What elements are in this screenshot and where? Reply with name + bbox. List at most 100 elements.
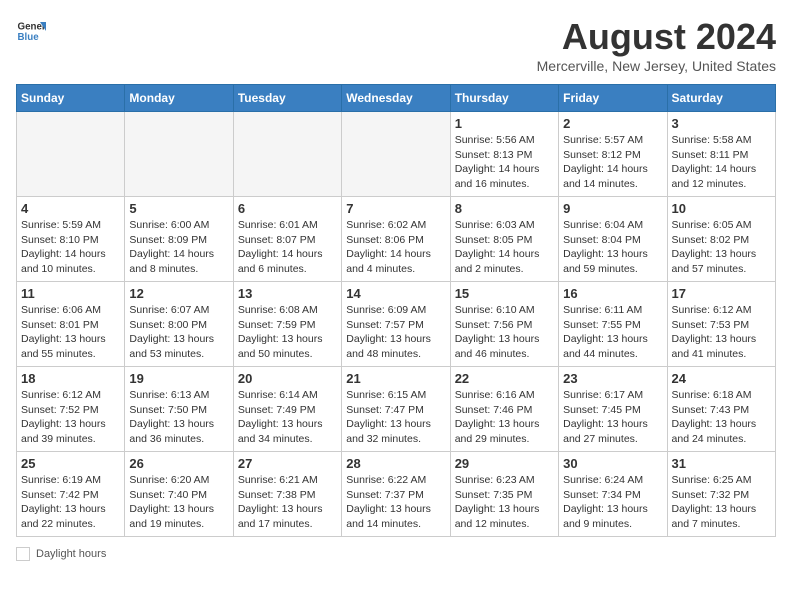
day-info: Sunrise: 6:17 AM Sunset: 7:45 PM Dayligh… bbox=[563, 388, 662, 447]
daylight-label: Daylight hours bbox=[36, 548, 106, 560]
page-header: General Blue August 2024 Mercerville, Ne… bbox=[16, 16, 776, 74]
day-info: Sunrise: 6:00 AM Sunset: 8:09 PM Dayligh… bbox=[129, 218, 228, 277]
calendar-cell: 15Sunrise: 6:10 AM Sunset: 7:56 PM Dayli… bbox=[450, 282, 558, 367]
daylight-box bbox=[16, 547, 30, 561]
day-number: 11 bbox=[21, 286, 120, 301]
calendar-cell: 27 Sunrise: 6:21 AM Sunset: 7:38 PM Dayli… bbox=[233, 452, 341, 537]
calendar-cell: 19Sunrise: 6:13 AM Sunset: 7:50 PM Dayli… bbox=[125, 367, 233, 452]
day-number: 17 bbox=[672, 286, 771, 301]
day-info: Sunrise: 6:25 AM Sunset: 7:32 PM Dayligh… bbox=[672, 473, 771, 532]
calendar-week-row: 25 Sunrise: 6:19 AM Sunset: 7:42 PM Dayli… bbox=[17, 452, 776, 537]
calendar-cell: 12 Sunrise: 6:07 AM Sunset: 8:00 PM Dayli… bbox=[125, 282, 233, 367]
calendar-cell: 2Sunrise: 5:57 AM Sunset: 8:12 PM Daylig… bbox=[559, 112, 667, 197]
day-number: 27 bbox=[238, 456, 337, 471]
calendar-cell: 21Sunrise: 6:15 AM Sunset: 7:47 PM Dayli… bbox=[342, 367, 450, 452]
day-info: Sunrise: 5:58 AM Sunset: 8:11 PM Dayligh… bbox=[672, 133, 771, 192]
calendar-cell: 9 Sunrise: 6:04 AM Sunset: 8:04 PM Daylig… bbox=[559, 197, 667, 282]
calendar-cell: 29Sunrise: 6:23 AM Sunset: 7:35 PM Dayli… bbox=[450, 452, 558, 537]
day-number: 3 bbox=[672, 116, 771, 131]
month-title: August 2024 bbox=[537, 16, 776, 58]
calendar-cell: 13 Sunrise: 6:08 AM Sunset: 7:59 PM Dayli… bbox=[233, 282, 341, 367]
day-info: Sunrise: 6:08 AM Sunset: 7:59 PM Dayligh… bbox=[238, 303, 337, 362]
day-info: Sunrise: 6:04 AM Sunset: 8:04 PM Dayligh… bbox=[563, 218, 662, 277]
logo-icon: General Blue bbox=[16, 16, 46, 46]
day-info: Sunrise: 6:21 AM Sunset: 7:38 PM Dayligh… bbox=[238, 473, 337, 532]
day-info: Sunrise: 6:07 AM Sunset: 8:00 PM Dayligh… bbox=[129, 303, 228, 362]
title-area: August 2024 Mercerville, New Jersey, Uni… bbox=[537, 16, 776, 74]
calendar-cell bbox=[125, 112, 233, 197]
day-info: Sunrise: 6:10 AM Sunset: 7:56 PM Dayligh… bbox=[455, 303, 554, 362]
calendar-cell: 22Sunrise: 6:16 AM Sunset: 7:46 PM Dayli… bbox=[450, 367, 558, 452]
calendar-table: SundayMondayTuesdayWednesdayThursdayFrid… bbox=[16, 84, 776, 537]
calendar-week-row: 11 Sunrise: 6:06 AM Sunset: 8:01 PM Dayli… bbox=[17, 282, 776, 367]
calendar-cell: 25 Sunrise: 6:19 AM Sunset: 7:42 PM Dayli… bbox=[17, 452, 125, 537]
day-number: 8 bbox=[455, 201, 554, 216]
calendar-day-header: Tuesday bbox=[233, 85, 341, 112]
calendar-cell bbox=[342, 112, 450, 197]
calendar-cell: 24Sunrise: 6:18 AM Sunset: 7:43 PM Dayli… bbox=[667, 367, 775, 452]
day-number: 16 bbox=[563, 286, 662, 301]
day-number: 4 bbox=[21, 201, 120, 216]
day-number: 18 bbox=[21, 371, 120, 386]
calendar-cell bbox=[17, 112, 125, 197]
day-number: 9 bbox=[563, 201, 662, 216]
day-number: 25 bbox=[21, 456, 120, 471]
calendar-cell: 16Sunrise: 6:11 AM Sunset: 7:55 PM Dayli… bbox=[559, 282, 667, 367]
day-info: Sunrise: 6:22 AM Sunset: 7:37 PM Dayligh… bbox=[346, 473, 445, 532]
calendar-day-header: Wednesday bbox=[342, 85, 450, 112]
day-info: Sunrise: 6:03 AM Sunset: 8:05 PM Dayligh… bbox=[455, 218, 554, 277]
calendar-day-header: Monday bbox=[125, 85, 233, 112]
day-info: Sunrise: 6:06 AM Sunset: 8:01 PM Dayligh… bbox=[21, 303, 120, 362]
calendar-cell: 6Sunrise: 6:01 AM Sunset: 8:07 PM Daylig… bbox=[233, 197, 341, 282]
calendar-cell: 20Sunrise: 6:14 AM Sunset: 7:49 PM Dayli… bbox=[233, 367, 341, 452]
day-info: Sunrise: 5:57 AM Sunset: 8:12 PM Dayligh… bbox=[563, 133, 662, 192]
day-number: 26 bbox=[129, 456, 228, 471]
day-number: 28 bbox=[346, 456, 445, 471]
calendar-cell: 30 Sunrise: 6:24 AM Sunset: 7:34 PM Dayli… bbox=[559, 452, 667, 537]
calendar-week-row: 18Sunrise: 6:12 AM Sunset: 7:52 PM Dayli… bbox=[17, 367, 776, 452]
day-info: Sunrise: 6:20 AM Sunset: 7:40 PM Dayligh… bbox=[129, 473, 228, 532]
day-number: 1 bbox=[455, 116, 554, 131]
calendar-week-row: 1 Sunrise: 5:56 AM Sunset: 8:13 PM Daylig… bbox=[17, 112, 776, 197]
day-number: 10 bbox=[672, 201, 771, 216]
day-info: Sunrise: 6:19 AM Sunset: 7:42 PM Dayligh… bbox=[21, 473, 120, 532]
calendar-day-header: Saturday bbox=[667, 85, 775, 112]
calendar-cell bbox=[233, 112, 341, 197]
day-number: 31 bbox=[672, 456, 771, 471]
day-info: Sunrise: 5:59 AM Sunset: 8:10 PM Dayligh… bbox=[21, 218, 120, 277]
calendar-cell: 10 Sunrise: 6:05 AM Sunset: 8:02 PM Dayli… bbox=[667, 197, 775, 282]
calendar-cell: 1 Sunrise: 5:56 AM Sunset: 8:13 PM Daylig… bbox=[450, 112, 558, 197]
day-number: 5 bbox=[129, 201, 228, 216]
svg-text:Blue: Blue bbox=[18, 32, 40, 43]
day-info: Sunrise: 6:12 AM Sunset: 7:53 PM Dayligh… bbox=[672, 303, 771, 362]
day-info: Sunrise: 5:56 AM Sunset: 8:13 PM Dayligh… bbox=[455, 133, 554, 192]
calendar-cell: 26 Sunrise: 6:20 AM Sunset: 7:40 PM Dayli… bbox=[125, 452, 233, 537]
calendar-cell: 7 Sunrise: 6:02 AM Sunset: 8:06 PM Daylig… bbox=[342, 197, 450, 282]
day-info: Sunrise: 6:02 AM Sunset: 8:06 PM Dayligh… bbox=[346, 218, 445, 277]
day-number: 19 bbox=[129, 371, 228, 386]
calendar-cell: 3 Sunrise: 5:58 AM Sunset: 8:11 PM Daylig… bbox=[667, 112, 775, 197]
day-number: 12 bbox=[129, 286, 228, 301]
day-number: 13 bbox=[238, 286, 337, 301]
calendar-cell: 23 Sunrise: 6:17 AM Sunset: 7:45 PM Dayli… bbox=[559, 367, 667, 452]
day-number: 23 bbox=[563, 371, 662, 386]
calendar-cell: 14 Sunrise: 6:09 AM Sunset: 7:57 PM Dayli… bbox=[342, 282, 450, 367]
day-info: Sunrise: 6:09 AM Sunset: 7:57 PM Dayligh… bbox=[346, 303, 445, 362]
day-info: Sunrise: 6:05 AM Sunset: 8:02 PM Dayligh… bbox=[672, 218, 771, 277]
calendar-day-header: Sunday bbox=[17, 85, 125, 112]
day-number: 20 bbox=[238, 371, 337, 386]
day-info: Sunrise: 6:24 AM Sunset: 7:34 PM Dayligh… bbox=[563, 473, 662, 532]
day-number: 7 bbox=[346, 201, 445, 216]
calendar-cell: 8 Sunrise: 6:03 AM Sunset: 8:05 PM Daylig… bbox=[450, 197, 558, 282]
logo: General Blue bbox=[16, 16, 46, 46]
calendar-cell: 28 Sunrise: 6:22 AM Sunset: 7:37 PM Dayli… bbox=[342, 452, 450, 537]
calendar-day-header: Thursday bbox=[450, 85, 558, 112]
day-info: Sunrise: 6:01 AM Sunset: 8:07 PM Dayligh… bbox=[238, 218, 337, 277]
day-number: 14 bbox=[346, 286, 445, 301]
day-number: 22 bbox=[455, 371, 554, 386]
day-number: 24 bbox=[672, 371, 771, 386]
calendar-cell: 31 Sunrise: 6:25 AM Sunset: 7:32 PM Dayli… bbox=[667, 452, 775, 537]
day-number: 30 bbox=[563, 456, 662, 471]
footer: Daylight hours bbox=[16, 547, 776, 561]
calendar-cell: 18Sunrise: 6:12 AM Sunset: 7:52 PM Dayli… bbox=[17, 367, 125, 452]
